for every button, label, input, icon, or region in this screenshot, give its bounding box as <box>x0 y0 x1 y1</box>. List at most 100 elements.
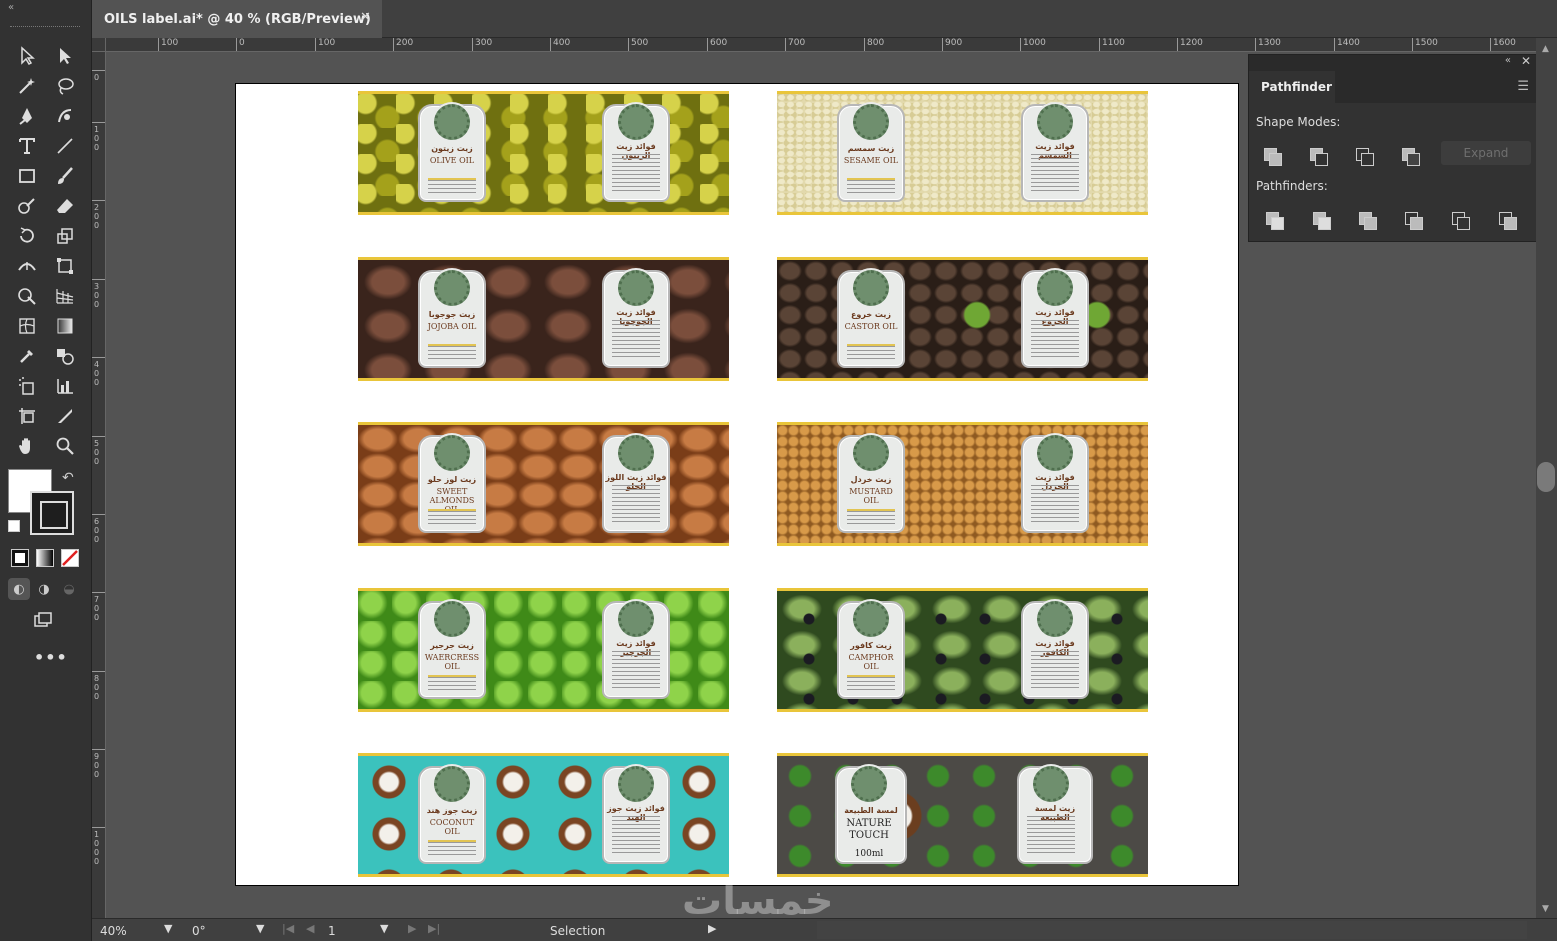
oil-label[interactable]: زيت سمسم SESAME OIL فوائد زيت السمسم <box>777 91 1148 215</box>
collapse-panel-icon[interactable]: « <box>1505 55 1511 66</box>
width-tool-icon[interactable] <box>14 254 40 278</box>
artboard-number-field[interactable]: 1 <box>328 921 336 940</box>
magic-wand-tool-icon[interactable] <box>14 74 40 98</box>
ruler-origin[interactable] <box>92 38 106 52</box>
slice-tool-icon[interactable] <box>52 404 78 428</box>
label-front-tag[interactable]: زيت جوجوبا JOJOBA OIL <box>418 269 486 368</box>
vertical-ruler[interactable]: 0 100 200 300 400 500 600 700 800 900 1000 <box>92 52 106 918</box>
vertical-scroll-thumb[interactable] <box>1537 462 1555 492</box>
color-mode-icon[interactable] <box>11 549 29 567</box>
eraser-tool-icon[interactable] <box>52 194 78 218</box>
panel-menu-icon[interactable]: ☰ <box>1517 79 1529 94</box>
horizontal-scrollbar[interactable] <box>817 921 1527 939</box>
gradient-tool-icon[interactable] <box>52 314 78 338</box>
label-front-tag[interactable]: زيت سمسم SESAME OIL <box>837 104 905 202</box>
hand-tool-icon[interactable] <box>14 434 40 458</box>
horizontal-ruler[interactable]: 100 0 100 200 300 400 500 600 700 800 900 1000 1100 1… <box>106 38 1536 52</box>
outline-button[interactable] <box>1449 209 1473 231</box>
rotation-field[interactable]: 0° <box>192 921 206 940</box>
artboard[interactable]: زيت زيتون OLIVE OIL فوائد زيت الزيتون زيت س… <box>235 83 1239 886</box>
artboard-dropdown-icon[interactable]: ▼ <box>380 922 388 935</box>
vertical-scrollbar[interactable]: ▲ ▼ <box>1536 38 1557 918</box>
more-tools-icon[interactable]: ••• <box>34 648 68 667</box>
label-front-tag[interactable]: لمسة الطبيعة NATURE TOUCH 100ml <box>835 766 907 864</box>
document-tab[interactable]: OILS label.ai* @ 40 % (RGB/Preview) <box>92 0 382 38</box>
unite-button[interactable] <box>1261 145 1285 167</box>
perspective-grid-tool-icon[interactable] <box>52 284 78 308</box>
exclude-button[interactable] <box>1399 145 1423 167</box>
rotation-dropdown-icon[interactable]: ▼ <box>256 922 264 935</box>
blend-tool-icon[interactable] <box>52 344 78 368</box>
default-colors-icon[interactable] <box>8 520 20 532</box>
screen-mode-icon[interactable] <box>30 608 56 632</box>
next-artboard-icon[interactable]: ▶ <box>408 922 416 935</box>
mesh-tool-icon[interactable] <box>14 314 40 338</box>
label-back-tag[interactable]: فوائد زيت الخردل <box>1021 435 1089 533</box>
expand-button[interactable]: Expand <box>1441 141 1531 165</box>
scroll-up-icon[interactable]: ▲ <box>1542 44 1549 54</box>
column-graph-tool-icon[interactable] <box>52 374 78 398</box>
label-front-tag[interactable]: زيت كافور CAMPHOR OIL <box>837 600 905 699</box>
zoom-field[interactable]: 40% <box>100 921 127 940</box>
label-back-tag[interactable]: فوائد زيت جوز الهند <box>602 766 670 864</box>
collapse-icon[interactable]: « <box>8 2 14 13</box>
panel-grip[interactable] <box>10 26 80 28</box>
symbol-sprayer-tool-icon[interactable] <box>14 374 40 398</box>
trim-button[interactable] <box>1310 209 1334 231</box>
line-tool-icon[interactable] <box>52 134 78 158</box>
oil-label[interactable]: زيت جرجير WAERCRESS OIL فوائد زيت الجرجير <box>358 587 729 712</box>
rotate-tool-icon[interactable] <box>14 224 40 248</box>
oil-label[interactable]: زيت كافور CAMPHOR OIL فوائد زيت الكافور <box>777 587 1148 712</box>
label-front-tag[interactable]: زيت لوز حلوSWEET ALMONDS OIL <box>418 435 486 533</box>
draw-normal-icon[interactable]: ◐ <box>8 578 30 600</box>
paintbrush-tool-icon[interactable] <box>52 164 78 188</box>
intersect-button[interactable] <box>1353 145 1377 167</box>
oil-label[interactable]: زيت زيتون OLIVE OIL فوائد زيت الزيتون <box>358 91 729 215</box>
zoom-tool-icon[interactable] <box>52 434 78 458</box>
label-back-tag[interactable]: فوائد زيت الكافور <box>1021 600 1089 699</box>
rectangle-tool-icon[interactable] <box>14 164 40 188</box>
shaper-tool-icon[interactable] <box>14 194 40 218</box>
last-artboard-icon[interactable]: ▶| <box>428 922 440 935</box>
tab-pathfinder[interactable]: Pathfinder <box>1249 71 1335 103</box>
oil-label[interactable]: زيت خروع CASTOR OIL فوائد زيت الخروع <box>777 256 1148 381</box>
label-front-tag[interactable]: زيت جوز هند COCONUT OIL <box>418 766 486 864</box>
label-back-tag[interactable]: فوائد زيت الجرجير <box>602 600 670 699</box>
minus-front-button[interactable] <box>1307 145 1331 167</box>
none-mode-icon[interactable] <box>61 549 79 567</box>
selection-tool-icon[interactable] <box>14 44 40 68</box>
zoom-dropdown-icon[interactable]: ▼ <box>164 922 172 935</box>
stroke-swatch[interactable] <box>30 491 74 535</box>
scale-tool-icon[interactable] <box>52 224 78 248</box>
label-front-tag[interactable]: زيت زيتون OLIVE OIL <box>418 104 486 202</box>
swap-fill-stroke-icon[interactable]: ↶ <box>62 470 74 486</box>
oil-label[interactable]: لمسة الطبيعة NATURE TOUCH 100ml زيت لمسة ال… <box>777 753 1148 877</box>
previous-artboard-icon[interactable]: ◀ <box>306 922 314 935</box>
label-front-tag[interactable]: زيت جرجير WAERCRESS OIL <box>418 600 486 699</box>
label-back-tag[interactable]: فوائد زيت الخروع <box>1021 269 1089 368</box>
first-artboard-icon[interactable]: |◀ <box>282 922 294 935</box>
crop-button[interactable] <box>1402 209 1426 231</box>
pen-tool-icon[interactable] <box>14 104 40 128</box>
draw-inside-icon[interactable]: ◒ <box>58 578 80 600</box>
oil-label[interactable]: زيت جوجوبا JOJOBA OIL فوائد زيت الجوجوبا <box>358 256 729 381</box>
label-back-tag[interactable]: فوائد زيت الزيتون <box>602 104 670 202</box>
gradient-mode-icon[interactable] <box>36 549 54 567</box>
type-tool-icon[interactable] <box>14 134 40 158</box>
shape-builder-tool-icon[interactable] <box>14 284 40 308</box>
lasso-tool-icon[interactable] <box>52 74 78 98</box>
label-back-tag[interactable]: زيت لمسة الطبيعة <box>1017 766 1093 864</box>
oil-label[interactable]: زيت خردل MUSTARD OIL فوائد زيت الخردل <box>777 422 1148 546</box>
merge-button[interactable] <box>1356 209 1380 231</box>
close-tab-icon[interactable]: ✕ <box>360 10 371 25</box>
oil-label[interactable]: زيت لوز حلوSWEET ALMONDS OIL فوائد زيت ال… <box>358 422 729 546</box>
label-front-tag[interactable]: زيت خردل MUSTARD OIL <box>837 435 905 533</box>
scroll-down-icon[interactable]: ▼ <box>1542 904 1549 914</box>
label-back-tag[interactable]: فوائد زيت السمسم <box>1021 104 1089 202</box>
label-front-tag[interactable]: زيت خروع CASTOR OIL <box>837 269 905 368</box>
divide-button[interactable] <box>1263 209 1287 231</box>
label-back-tag[interactable]: فوائد زيت اللوز الحلو <box>602 435 670 533</box>
oil-label[interactable]: زيت جوز هند COCONUT OIL فوائد زيت جوز الهن… <box>358 753 729 877</box>
free-transform-tool-icon[interactable] <box>52 254 78 278</box>
label-back-tag[interactable]: فوائد زيت الجوجوبا <box>602 269 670 368</box>
